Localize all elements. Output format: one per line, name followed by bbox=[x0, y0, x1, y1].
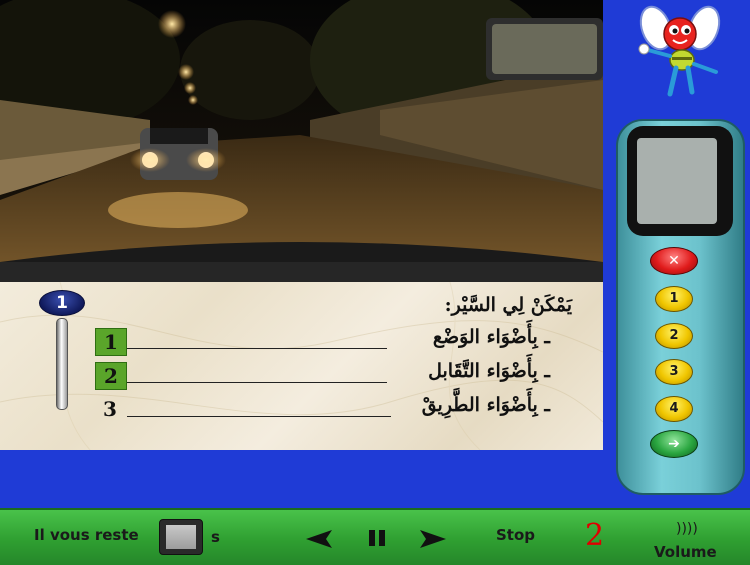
answer-text-1: ـ بِأَضْوَاء الوَضْع bbox=[432, 326, 550, 348]
question-counter: 2 bbox=[585, 518, 605, 553]
pause-button[interactable] bbox=[366, 527, 388, 549]
answer-line bbox=[127, 416, 391, 417]
timer-display bbox=[159, 519, 203, 555]
remote-button-2[interactable]: 2 bbox=[655, 323, 693, 349]
answer-option-2[interactable]: 2 ـ بِأَضْوَاء التَّقَابل bbox=[95, 360, 550, 390]
answer-line bbox=[127, 382, 387, 383]
answer-line bbox=[127, 348, 387, 349]
answer-number-1: 1 bbox=[95, 328, 127, 356]
timer-unit: s bbox=[211, 528, 220, 546]
arrow-left-icon bbox=[306, 530, 332, 548]
volume-label: Volume bbox=[654, 543, 717, 561]
answer-option-1[interactable]: 1 ـ بِأَضْوَاء الوَضْع bbox=[95, 326, 550, 356]
remote-button-4[interactable]: 4 bbox=[655, 396, 693, 422]
pause-icon bbox=[369, 530, 385, 546]
stop-button[interactable]: Stop bbox=[496, 526, 535, 544]
quiz-screen: 1 يَمْكَنْ لِي السَّيْر: 1 ـ بِأَضْوَاء … bbox=[0, 0, 750, 565]
question-prompt: يَمْكَنْ لِي السَّيْر: bbox=[444, 294, 572, 316]
previous-button[interactable] bbox=[304, 528, 334, 550]
answer-number-3: 3 bbox=[103, 397, 117, 421]
question-progress-bar bbox=[56, 318, 68, 410]
next-button[interactable] bbox=[418, 528, 448, 550]
remote-button-3[interactable]: 3 bbox=[655, 359, 693, 385]
remote-cancel-button[interactable]: ✕ bbox=[650, 247, 698, 275]
scene-photo bbox=[0, 0, 603, 282]
volume-button[interactable]: )))) Volume bbox=[654, 521, 726, 561]
question-number-badge: 1 bbox=[39, 290, 85, 316]
remote-button-1[interactable]: 1 bbox=[655, 286, 693, 312]
bee-mascot-icon bbox=[630, 2, 730, 112]
speaker-waves-icon: )))) bbox=[676, 521, 698, 537]
answer-text-3: ـ بِأَضْوَاء الطَّرِيقْ bbox=[421, 394, 550, 416]
answer-text-2: ـ بِأَضْوَاء التَّقَابل bbox=[428, 360, 550, 382]
answer-option-3[interactable]: 3 ـ بِأَضْوَاء الطَّرِيقْ bbox=[95, 394, 550, 424]
answer-number-2: 2 bbox=[95, 362, 127, 390]
arrow-right-icon bbox=[420, 530, 446, 548]
remote-validate-button[interactable]: ➔ bbox=[650, 430, 698, 458]
timer-label: Il vous reste bbox=[34, 526, 139, 544]
